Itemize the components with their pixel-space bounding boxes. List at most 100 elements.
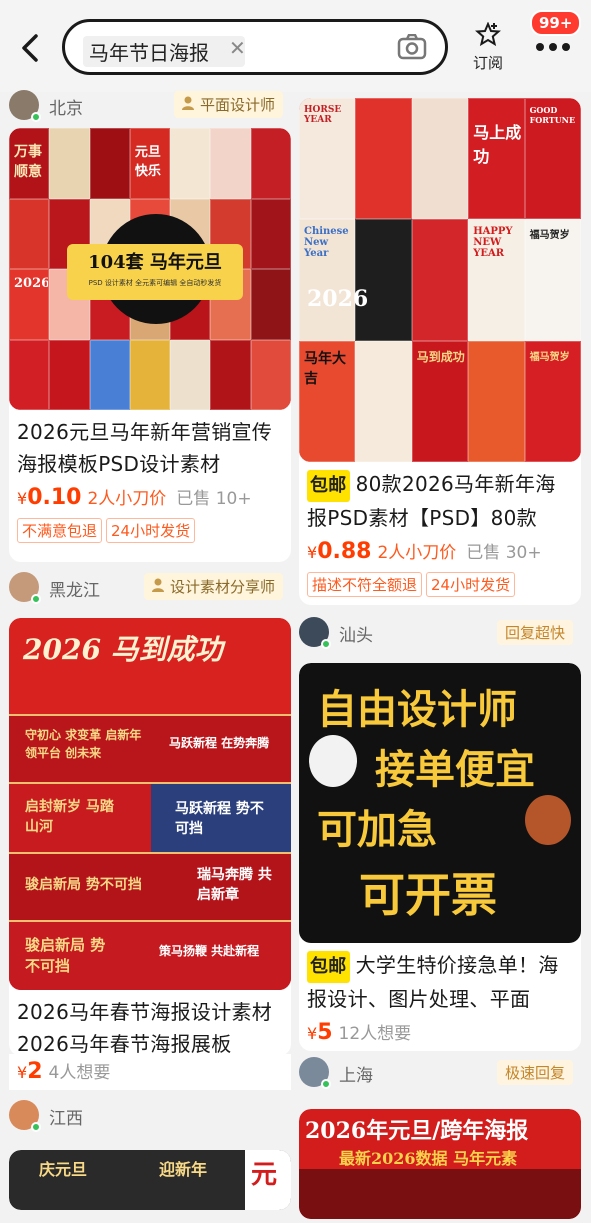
poster-line: 接单便宜 (375, 746, 535, 793)
price: 2 (27, 1059, 43, 1084)
mosaic-text: 马年大吉 (304, 350, 346, 387)
online-dot (321, 1079, 331, 1089)
mosaic-text: 福马贺岁 (529, 351, 570, 363)
service-tag: 不满意包退 (17, 518, 103, 543)
back-arrow-icon[interactable] (14, 30, 50, 66)
mosaic-text: 马上成功 (473, 123, 522, 166)
product-title[interactable]: 2026马年春节海报设计素材 2026马年春节海报展板 (9, 990, 291, 1056)
poster-mosaic: HORSE YEAR 马上成功 GOOD FORTUNE Chinese New… (299, 98, 581, 462)
price-row: ¥5 12人想要 (299, 1015, 581, 1051)
avatar[interactable] (9, 90, 41, 122)
currency-symbol: ¥ (307, 1024, 318, 1043)
promo-sub: PSD 设计素材 全元素可编辑 全自动秒发货 (88, 279, 222, 287)
bargain-note: 2人小刀价 (377, 543, 457, 563)
poster-line: 骏启新局 势不可挡 (25, 936, 106, 975)
product-card[interactable]: 庆元旦 迎新年 元 (9, 1150, 291, 1210)
clear-query-icon[interactable]: ✕ (229, 36, 246, 60)
product-image[interactable]: 庆元旦 迎新年 元 (9, 1150, 291, 1210)
avatar[interactable] (299, 1057, 331, 1089)
product-title[interactable]: 2026元旦马年新年营销宣传海报模板PSD设计素材 (9, 410, 291, 480)
avatar[interactable] (9, 1100, 41, 1132)
product-card[interactable]: 2026 马到成功 守初心 求变革 启新年 领平台 创未来 马跃新程 在势奔腾 … (9, 618, 291, 1056)
search-query-chip[interactable]: 马年节日海报 (83, 36, 245, 67)
poster-line: 马跃新程 势不可挡 (175, 801, 264, 837)
product-image[interactable]: HORSE YEAR 马上成功 GOOD FORTUNE Chinese New… (299, 98, 581, 462)
product-image[interactable]: 自由设计师 接单便宜 可加急 可开票 (299, 663, 581, 943)
service-tag: 24小时发货 (426, 572, 516, 597)
promo-count: 104套 马年元旦 (88, 252, 222, 273)
product-image[interactable]: 2026年元旦/跨年海报 最新2026数据 马年元素 (299, 1109, 581, 1219)
mosaic-text: 万事顺意 (14, 144, 42, 180)
mosaic-text: Chinese New Year (304, 226, 349, 260)
poster-sub: 最新2026数据 马年元素 (339, 1149, 518, 1168)
poster-line: 瑞马奔腾 共启新章 (197, 867, 272, 903)
currency-symbol: ¥ (17, 489, 28, 508)
seller-row[interactable]: 江西 (9, 1094, 291, 1138)
poster-year: 2026 (307, 286, 369, 312)
poster-line: 可加急 (317, 806, 437, 853)
seller-row[interactable]: 汕头 回复超快 (299, 611, 581, 655)
seller-tag-label: 设计素材分享师 (169, 578, 275, 596)
poster-headline: 2026年元旦/跨年海报 (305, 1118, 529, 1144)
seller-location: 汕头 (339, 626, 373, 646)
seller-location: 北京 (49, 99, 83, 119)
cartoon-cat (309, 735, 357, 787)
seller-row[interactable]: 黑龙江 设计素材分享师 (9, 566, 291, 610)
reply-speed-badge: 回复超快 (496, 620, 573, 645)
left-column: 北京 平面设计师 万事顺意 元旦快乐 2026 104套 马年元旦 PSD 设计… (9, 84, 291, 1210)
want-count: 12人想要 (338, 1024, 412, 1044)
top-bar: 马年节日海报 ✕ 订阅 99+ (0, 0, 591, 92)
seller-location: 上海 (339, 1066, 373, 1086)
seller-tag: 平面设计师 (173, 91, 283, 118)
service-tags: 不满意包退 24小时发货 (9, 516, 291, 551)
poster-line: 策马扬鞭 共赴新程 (159, 944, 260, 958)
mosaic-text: 元旦快乐 (134, 145, 161, 179)
price: 0.88 (317, 539, 372, 564)
product-image[interactable]: 2026 马到成功 守初心 求变革 启新年 领平台 创未来 马跃新程 在势奔腾 … (9, 618, 291, 990)
free-shipping-badge: 包邮 (307, 951, 350, 983)
poster-stack: 2026 马到成功 守初心 求变革 启新年 领平台 创未来 马跃新程 在势奔腾 … (9, 618, 291, 990)
bargain-note: 2人小刀价 (87, 489, 167, 509)
poster-line: 守初心 求变革 启新年 领平台 创未来 (25, 728, 142, 760)
seller-row[interactable]: 上海 极速回复 (299, 1051, 581, 1095)
poster-line: 启封新岁 马踏山河 (25, 799, 114, 835)
subscribe-label: 订阅 (472, 54, 503, 72)
seller-location: 黑龙江 (49, 581, 100, 601)
free-shipping-badge: 包邮 (307, 470, 350, 502)
currency-symbol: ¥ (307, 543, 318, 562)
product-title[interactable]: 包邮 80款2026马年新年海报PSD素材【PSD】80款 (299, 462, 581, 534)
poster-text: 迎新年 (159, 1160, 208, 1179)
poster-text: 元 (251, 1160, 278, 1190)
online-dot (31, 594, 41, 604)
poster-text: 庆元旦 (39, 1160, 88, 1179)
product-card[interactable]: 2026年元旦/跨年海报 最新2026数据 马年元素 (299, 1109, 581, 1219)
reply-speed-badge: 极速回复 (496, 1060, 573, 1085)
price: 5 (317, 1020, 333, 1045)
search-bar[interactable]: 马年节日海报 ✕ (62, 19, 448, 75)
want-count: 4人想要 (48, 1063, 111, 1083)
price: 0.10 (27, 485, 82, 510)
service-tag: 24小时发货 (106, 518, 196, 543)
mosaic-text: HORSE YEAR (304, 105, 342, 125)
poster-line: 骏启新局 势不可挡 (25, 877, 142, 893)
person-icon (151, 578, 164, 592)
right-column: HORSE YEAR 马上成功 GOOD FORTUNE Chinese New… (299, 98, 581, 1219)
currency-symbol: ¥ (17, 1063, 28, 1082)
person-icon (181, 96, 194, 110)
product-card[interactable]: 自由设计师 接单便宜 可加急 可开票 包邮 大学生特价接急单！海报设计、图片处理、… (299, 663, 581, 1051)
mosaic-text: 2026 (14, 276, 50, 291)
service-tag: 描述不符全额退 (307, 572, 423, 597)
notification-badge: 99+ (530, 10, 582, 36)
product-card[interactable]: HORSE YEAR 马上成功 GOOD FORTUNE Chinese New… (299, 98, 581, 605)
product-title[interactable]: 包邮 大学生特价接急单！海报设计、图片处理、平面 (299, 943, 581, 1015)
seller-tag-label: 平面设计师 (199, 96, 275, 114)
product-image[interactable]: 万事顺意 元旦快乐 2026 104套 马年元旦 PSD 设计素材 全元素可编辑… (9, 128, 291, 410)
camera-icon[interactable] (397, 33, 427, 60)
product-card[interactable]: 万事顺意 元旦快乐 2026 104套 马年元旦 PSD 设计素材 全元素可编辑… (9, 128, 291, 562)
avatar[interactable] (9, 572, 41, 604)
sold-count: 已售 10+ (176, 489, 252, 509)
poster-line: 自由设计师 (317, 686, 517, 733)
avatar[interactable] (299, 617, 331, 649)
subscribe-button[interactable]: 订阅 (466, 21, 510, 73)
seller-row[interactable]: 北京 平面设计师 (9, 84, 291, 128)
